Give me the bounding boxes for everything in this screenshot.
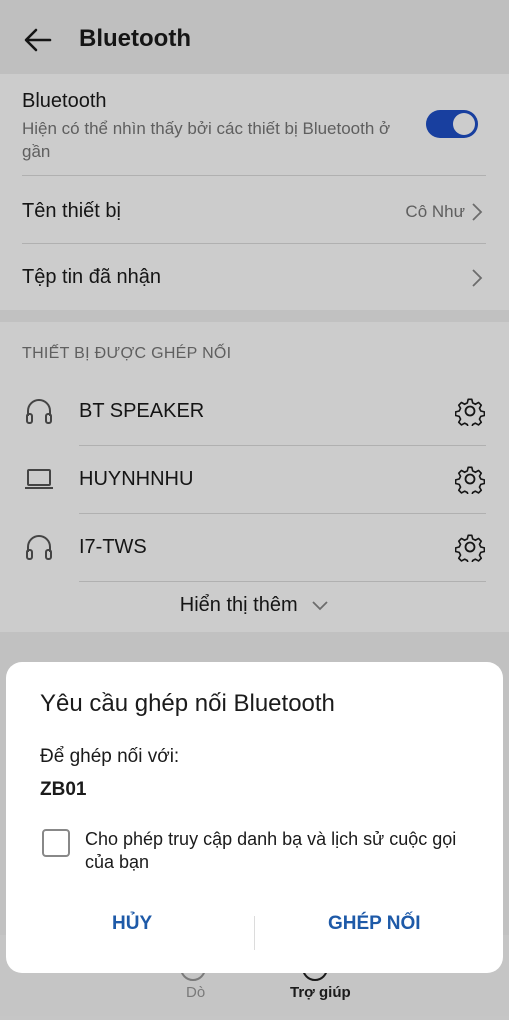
contacts-access-checkbox[interactable] xyxy=(42,829,70,857)
pairing-device-name: ZB01 xyxy=(40,779,87,800)
pair-button[interactable]: GHÉP NỐI xyxy=(328,913,421,935)
cancel-button[interactable]: HỦY xyxy=(112,913,152,935)
pairing-request-dialog: Yêu cầu ghép nối Bluetooth Để ghép nối v… xyxy=(6,662,503,973)
contacts-access-label[interactable]: Cho phép truy cập danh bạ và lịch sử cuộ… xyxy=(85,828,475,874)
dialog-title: Yêu cầu ghép nối Bluetooth xyxy=(40,690,335,717)
button-divider xyxy=(254,916,255,950)
pair-with-label: Để ghép nối với: xyxy=(40,746,180,767)
